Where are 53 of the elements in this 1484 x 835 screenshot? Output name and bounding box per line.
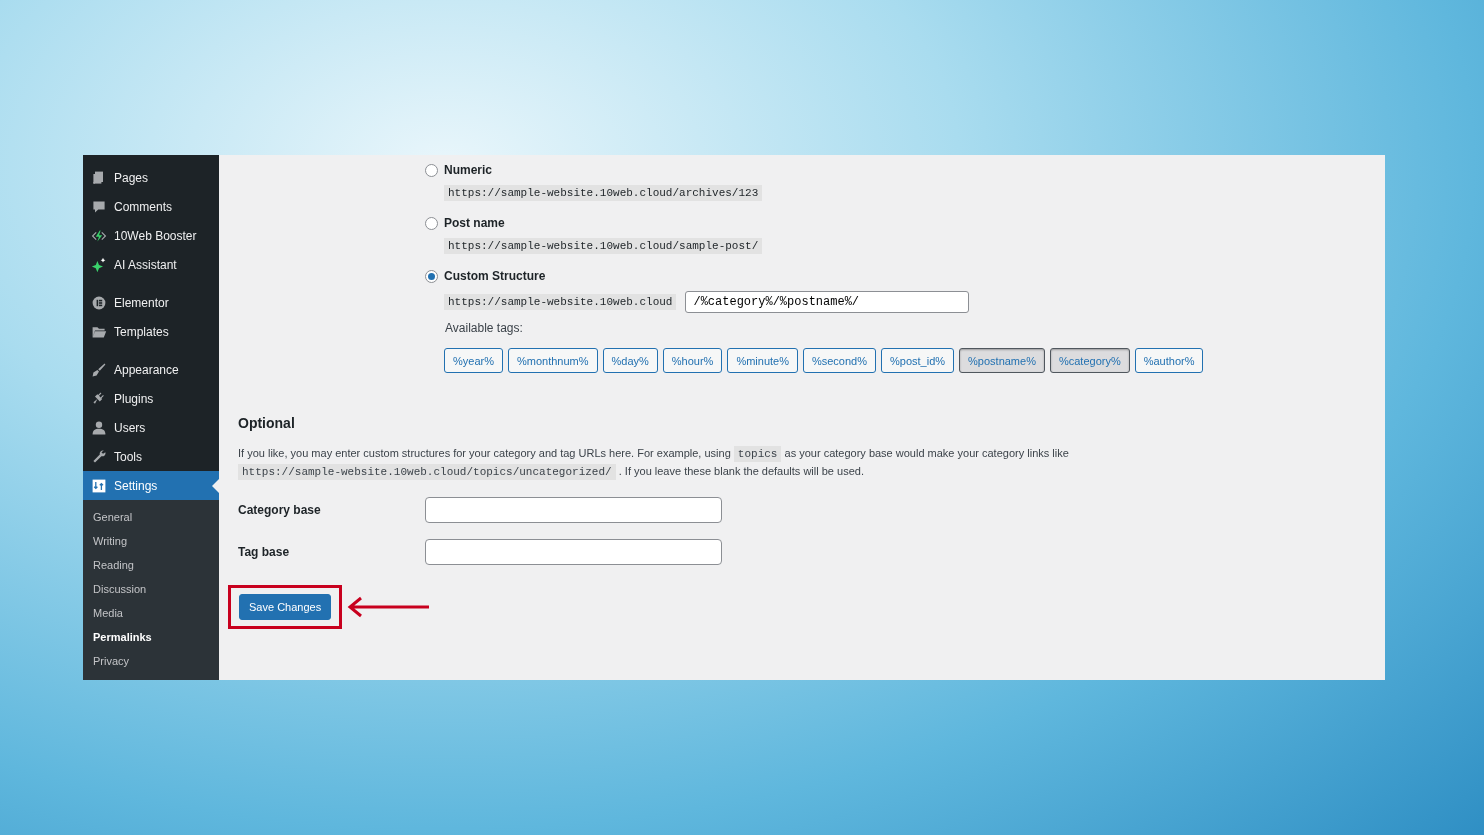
sidebar-item[interactable]: Settings [83, 471, 219, 500]
radio-button[interactable] [425, 216, 438, 230]
sidebar-item[interactable]: Plugins [83, 384, 219, 413]
radio-button[interactable] [425, 163, 438, 177]
tag-button[interactable]: %postname% [959, 348, 1045, 373]
input-field[interactable] [425, 497, 722, 523]
sidebar-item[interactable]: Comments [83, 192, 219, 221]
sidebar-item[interactable]: Appearance [83, 355, 219, 384]
sidebar-item[interactable]: Tools [83, 442, 219, 471]
field-label: Category base [238, 503, 322, 517]
tag-button[interactable]: %minute% [727, 348, 798, 373]
submenu-item[interactable]: General [83, 505, 219, 529]
paintbrush-icon [91, 361, 107, 378]
tag-button[interactable]: %year% [444, 348, 503, 373]
tag-button[interactable]: %day% [602, 348, 658, 373]
tag-button[interactable]: %hour% [662, 348, 723, 373]
wrench-icon [91, 448, 107, 465]
tags-label: Available tags: [445, 321, 524, 335]
example-url: https://sample-website.10web.cloud/sample-post/ [444, 238, 763, 254]
tag-button[interactable]: %author% [1134, 348, 1204, 373]
elementor-icon [91, 294, 107, 311]
tag-button[interactable]: %second% [802, 348, 876, 373]
submenu-item[interactable]: Writing [83, 529, 219, 553]
section-heading: Optional [238, 415, 296, 431]
input-field[interactable] [425, 539, 722, 565]
option-label: Post name [444, 216, 505, 230]
tag-button[interactable]: %category% [1049, 348, 1130, 373]
comment-icon [91, 198, 107, 215]
user-icon [91, 419, 107, 436]
submenu-item[interactable]: Media [83, 601, 219, 625]
option-label: Numeric [444, 163, 493, 177]
sidebar-item[interactable]: Templates [83, 317, 219, 346]
settings-icon [91, 477, 107, 494]
tag-button[interactable]: %monthnum% [507, 348, 598, 373]
sidebar-item[interactable]: 10Web Booster [83, 221, 219, 250]
structure-input[interactable]: /%category%/%postname%/ [685, 291, 970, 313]
submenu-item[interactable]: Discussion [83, 577, 219, 601]
tag-button[interactable]: %post_id% [881, 348, 955, 373]
submenu-item[interactable]: Permalinks [83, 625, 219, 649]
submenu-item[interactable]: Reading [83, 553, 219, 577]
radio-button[interactable] [425, 269, 438, 283]
description-text: If you like, you may enter custom structures for your category and tag URLs here. For example, using topics as your category base would make your category links like https://sample-website.10web.cloud/topics/uncategorized/ . If you leave these blank the defaults will be used. [238, 445, 1070, 481]
save-button[interactable]: Save Changes [239, 594, 332, 620]
field-label: Tag base [238, 545, 291, 559]
sidebar-item[interactable]: Users [83, 413, 219, 442]
sidebar-item[interactable]: Elementor [83, 288, 219, 317]
submenu-item[interactable]: Privacy [83, 649, 219, 673]
option-label: Custom Structure [444, 269, 546, 283]
sidebar-item[interactable]: Pages [83, 163, 219, 192]
url-prefix: https://sample-website.10web.cloud [444, 294, 677, 310]
sidebar-item[interactable]: AI Assistant [83, 250, 219, 279]
example-url: https://sample-website.10web.cloud/archives/123 [444, 185, 763, 201]
sparkle-icon [91, 256, 107, 273]
